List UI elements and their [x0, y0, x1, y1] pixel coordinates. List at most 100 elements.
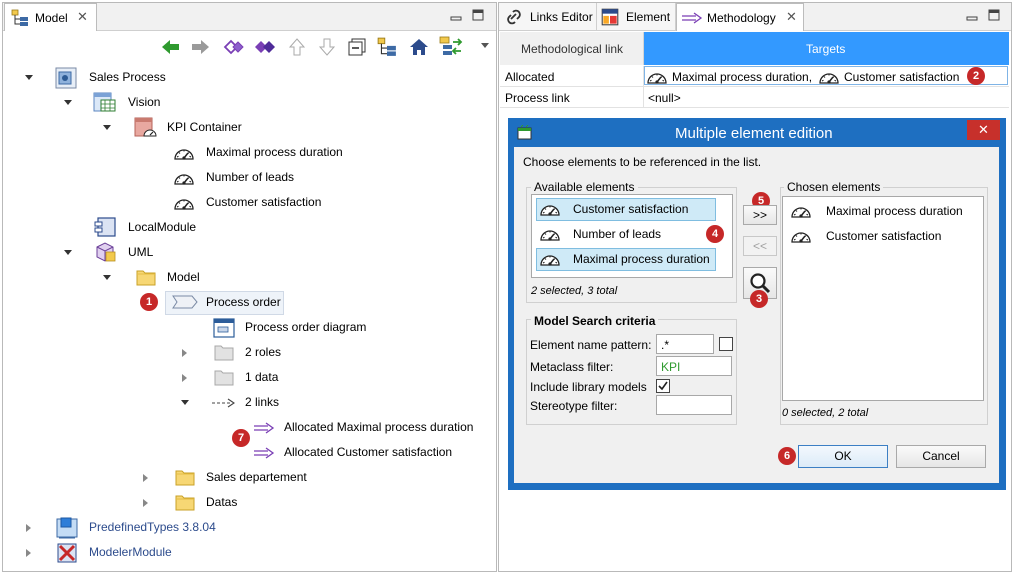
callout-badge-2: 2 — [967, 67, 985, 85]
tab-methodology[interactable]: Methodology ✕ — [676, 3, 804, 31]
up-arrow-icon[interactable] — [287, 37, 307, 57]
available-elements-list[interactable]: Customer satisfaction Number of leads Ma… — [531, 194, 733, 278]
kpi-gauge-icon — [646, 69, 668, 85]
property-table: Allocated Maximal process duration, Cust… — [500, 66, 1009, 108]
subtab-methodological-link[interactable]: Methodological link — [500, 32, 644, 65]
tree-item-links[interactable]: 2 links — [245, 394, 279, 410]
minimize-icon[interactable] — [965, 8, 979, 22]
dialog-title: Multiple element edition — [675, 125, 833, 142]
tab-model-label: Model — [35, 11, 68, 25]
forward-arrow-icon[interactable] — [190, 37, 212, 57]
expand-toggle[interactable] — [64, 250, 72, 255]
model-toolbar — [159, 35, 495, 61]
tree-item-uml[interactable]: UML — [128, 244, 153, 260]
expand-toggle[interactable] — [143, 499, 148, 507]
tree-item-predefined-types[interactable]: PredefinedTypes 3.8.04 — [89, 519, 216, 535]
expand-toggle[interactable] — [143, 474, 148, 482]
tab-links-editor[interactable]: Links Editor — [499, 3, 597, 30]
tree-item-modeler-module[interactable]: ModelerModule — [89, 544, 172, 560]
right-tab-bar: Links Editor Element Methodology ✕ — [499, 3, 1011, 31]
remove-button[interactable]: << — [743, 236, 777, 256]
tree-item-kpi[interactable]: Customer satisfaction — [206, 194, 321, 210]
callout-badge-3: 3 — [750, 290, 768, 308]
available-elements-title: Available elements — [531, 180, 638, 194]
ok-button[interactable]: OK — [798, 445, 888, 468]
close-icon[interactable]: ✕ — [77, 9, 88, 25]
link-arrow-icon — [681, 12, 703, 24]
kpi-gauge-icon — [539, 226, 561, 242]
tree-item-local-module[interactable]: LocalModule — [128, 219, 196, 235]
process-link-value[interactable]: <null> — [648, 90, 681, 106]
tree-item-process-order[interactable]: Process order — [206, 294, 281, 310]
link-chain-icon — [505, 8, 523, 26]
name-pattern-input[interactable]: .* — [656, 334, 714, 354]
expand-toggle[interactable] — [25, 75, 33, 80]
folder-gray-icon — [214, 343, 234, 361]
diamond-outline-icon[interactable] — [221, 37, 245, 57]
diamond-filled-icon[interactable] — [253, 37, 277, 57]
include-library-label: Include library models — [530, 380, 647, 394]
uml-icon — [93, 240, 117, 264]
stereotype-input[interactable] — [656, 395, 732, 415]
tree-item-kpi-container[interactable]: KPI Container — [167, 119, 242, 135]
expand-toggle[interactable] — [103, 125, 111, 130]
available-item[interactable]: Number of leads — [573, 226, 661, 242]
down-arrow-icon[interactable] — [317, 37, 337, 57]
model-tree: Sales Process Vision KPI Container Maxim… — [3, 63, 496, 571]
expand-toggle[interactable] — [64, 100, 72, 105]
tree-item-kpi[interactable]: Number of leads — [206, 169, 294, 185]
expand-toggle[interactable] — [182, 349, 187, 357]
close-icon[interactable]: ✕ — [786, 9, 797, 25]
maximize-icon[interactable] — [987, 8, 1001, 22]
element-icon — [600, 7, 620, 27]
checkmark-icon — [658, 381, 668, 391]
tree-item-data[interactable]: 1 data — [245, 369, 278, 385]
folder-icon — [136, 268, 156, 286]
kpi-gauge-icon — [539, 251, 561, 267]
sync-icon[interactable] — [439, 36, 463, 58]
model-explorer-panel: Model ✕ Sales Process Vision KPI Contain — [2, 2, 497, 572]
dialog-close-button[interactable]: ✕ — [967, 120, 1000, 140]
allocated-value: Customer satisfaction — [844, 70, 960, 84]
tree-item-sales-process[interactable]: Sales Process — [89, 69, 166, 85]
tree-item-sales-department[interactable]: Sales departement — [206, 469, 307, 485]
tree-item-kpi[interactable]: Maximal process duration — [206, 144, 343, 160]
include-library-checkbox[interactable] — [656, 379, 670, 393]
expand-toggle[interactable] — [103, 275, 111, 280]
maximize-icon[interactable] — [471, 8, 485, 22]
tab-element[interactable]: Element — [597, 3, 676, 30]
name-pattern-label: Element name pattern: — [530, 338, 652, 352]
tab-model[interactable]: Model ✕ — [4, 3, 97, 31]
tree-item-datas[interactable]: Datas — [206, 494, 237, 510]
minimize-icon[interactable] — [449, 8, 463, 22]
folder-gray-icon — [214, 368, 234, 386]
tree-item-roles[interactable]: 2 roles — [245, 344, 281, 360]
tree-item-vision[interactable]: Vision — [128, 94, 160, 110]
chosen-elements-list[interactable]: Maximal process duration Customer satisf… — [782, 196, 984, 401]
expand-toggle[interactable] — [181, 400, 189, 405]
tree-item-model[interactable]: Model — [167, 269, 200, 285]
add-button[interactable]: >> — [743, 205, 777, 225]
back-arrow-icon[interactable] — [159, 37, 181, 57]
expand-toggle[interactable] — [26, 524, 31, 532]
tree-item-link[interactable]: Allocated Customer satisfaction — [284, 444, 452, 460]
metaclass-input[interactable]: KPI — [656, 356, 732, 376]
name-pattern-checkbox[interactable] — [719, 337, 733, 351]
expand-toggle[interactable] — [182, 374, 187, 382]
expand-toggle[interactable] — [26, 549, 31, 557]
tree-item-process-order-diagram[interactable]: Process order diagram — [245, 319, 366, 335]
chosen-elements-title: Chosen elements — [784, 180, 884, 194]
callout-badge-1: 1 — [140, 293, 158, 311]
cancel-button[interactable]: Cancel — [896, 445, 986, 468]
subtab-targets[interactable]: Targets — [644, 32, 1009, 65]
kpi-gauge-icon — [173, 170, 195, 186]
collapse-all-icon[interactable] — [347, 37, 367, 57]
chosen-item[interactable]: Customer satisfaction — [826, 228, 941, 244]
tree-view-icon[interactable] — [377, 37, 397, 57]
view-menu-icon[interactable] — [481, 43, 489, 48]
dialog-body: Choose elements to be referenced in the … — [514, 147, 999, 483]
available-item: Maximal process duration — [573, 252, 710, 266]
tree-item-link[interactable]: Allocated Maximal process duration — [284, 419, 473, 435]
chosen-item[interactable]: Maximal process duration — [826, 203, 963, 219]
home-icon[interactable] — [409, 37, 429, 57]
